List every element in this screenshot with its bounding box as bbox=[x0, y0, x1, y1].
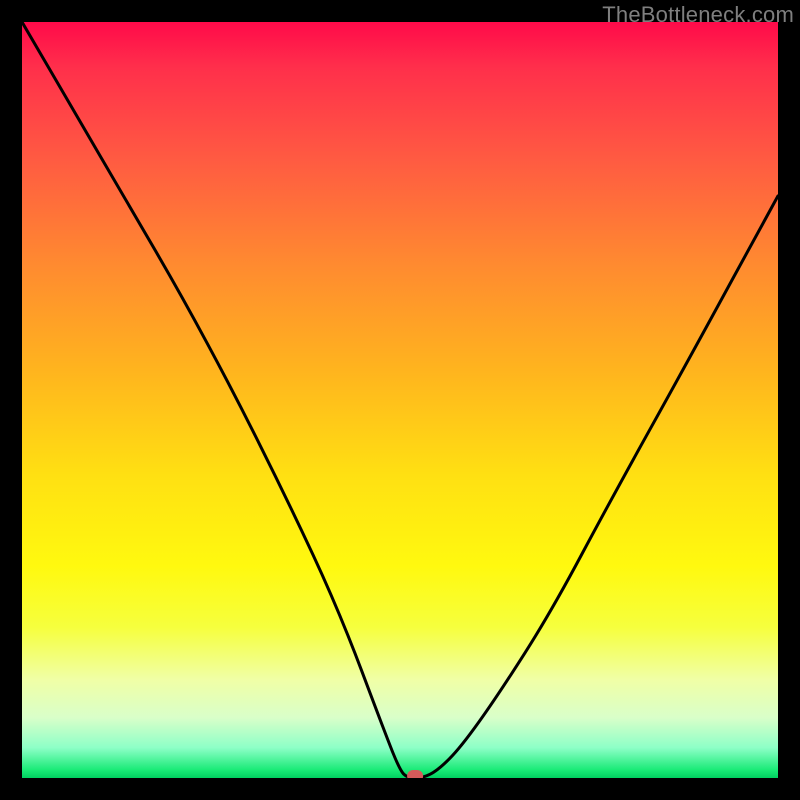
curve-svg bbox=[22, 22, 778, 778]
plot-area bbox=[22, 22, 778, 778]
minimum-marker bbox=[407, 770, 423, 778]
chart-frame: TheBottleneck.com bbox=[0, 0, 800, 800]
bottleneck-curve-path bbox=[22, 22, 778, 778]
